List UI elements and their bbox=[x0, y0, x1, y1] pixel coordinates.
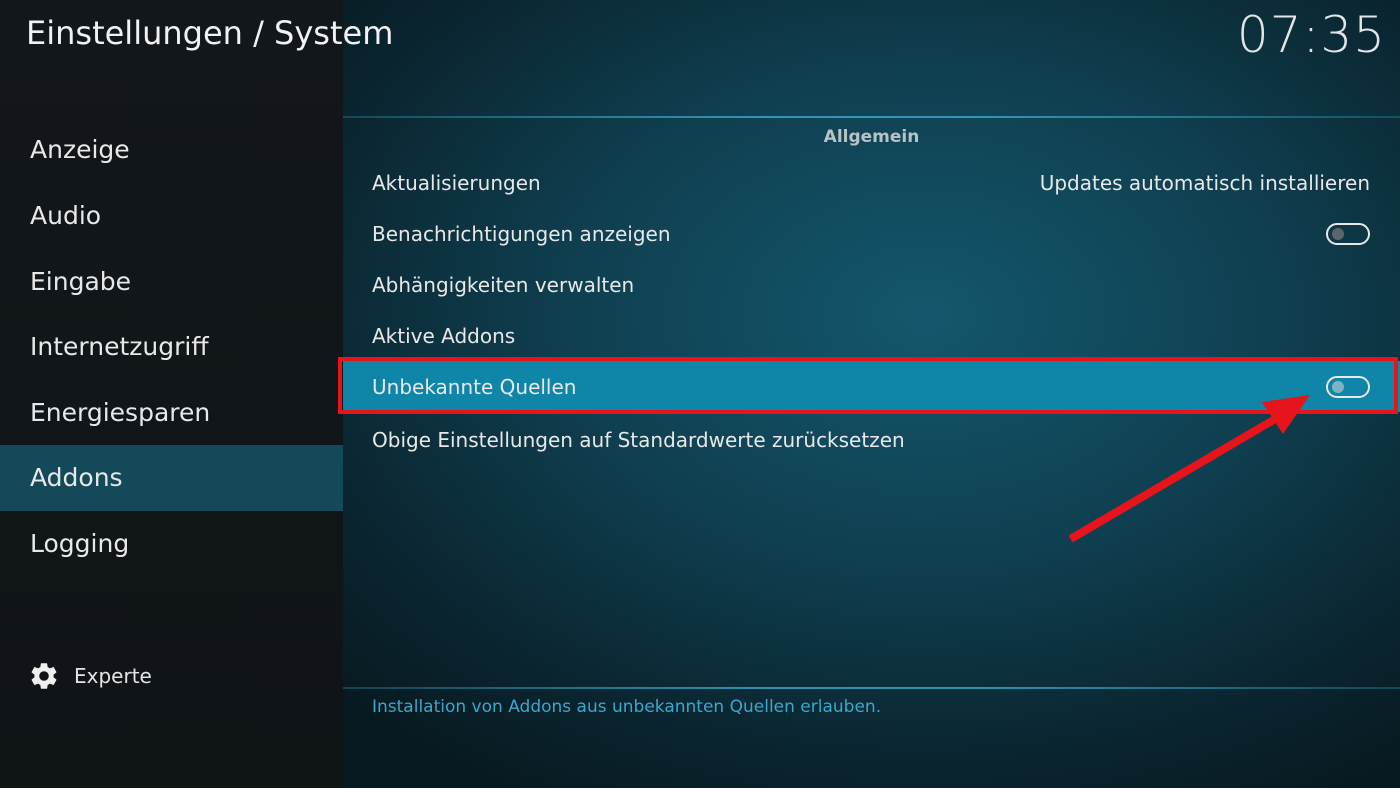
setting-unbekannte-quellen[interactable]: Unbekannte Quellen bbox=[343, 361, 1400, 412]
toggle-knob bbox=[1332, 227, 1344, 240]
setting-benachrichtigungen[interactable]: Benachrichtigungen anzeigen bbox=[343, 208, 1400, 259]
page-title: Einstellungen / System bbox=[26, 14, 394, 52]
setting-label: Aktualisierungen bbox=[372, 170, 541, 195]
sidebar-item-energiesparen[interactable]: Energiesparen bbox=[0, 380, 343, 446]
settings-level-button[interactable]: Experte bbox=[28, 658, 152, 694]
group-title: Allgemein bbox=[823, 127, 920, 147]
gear-icon bbox=[31, 663, 57, 689]
setting-aktualisierungen[interactable]: Aktualisierungen Updates automatisch ins… bbox=[343, 157, 1400, 208]
setting-abhaengigkeiten[interactable]: Abhängigkeiten verwalten bbox=[343, 259, 1400, 310]
sidebar-item-addons[interactable]: Addons bbox=[0, 445, 343, 511]
setting-label: Aktive Addons bbox=[372, 323, 516, 348]
sidebar-item-audio[interactable]: Audio bbox=[0, 183, 343, 249]
setting-label: Abhängigkeiten verwalten bbox=[372, 272, 635, 297]
toggle-knob bbox=[1332, 380, 1344, 393]
bottom-divider bbox=[343, 687, 1400, 689]
sidebar-item-internetzugriff[interactable]: Internetzugriff bbox=[0, 314, 343, 380]
setting-aktive-addons[interactable]: Aktive Addons bbox=[343, 310, 1400, 361]
sidebar-item-logging[interactable]: Logging bbox=[0, 511, 343, 577]
setting-reset-defaults[interactable]: Obige Einstellungen auf Standardwerte zu… bbox=[343, 414, 1400, 465]
settings-level-label: Experte bbox=[74, 664, 152, 688]
setting-value: Updates automatisch installieren bbox=[1039, 170, 1370, 195]
notifications-toggle[interactable] bbox=[1326, 222, 1370, 245]
setting-label: Unbekannte Quellen bbox=[372, 374, 577, 399]
sidebar-item-eingabe[interactable]: Eingabe bbox=[0, 249, 343, 315]
sidebar-item-anzeige[interactable]: Anzeige bbox=[0, 117, 343, 183]
setting-label: Benachrichtigungen anzeigen bbox=[372, 221, 671, 246]
setting-label: Obige Einstellungen auf Standardwerte zu… bbox=[372, 427, 905, 452]
clock: 07:35 bbox=[1236, 6, 1386, 64]
top-divider bbox=[343, 116, 1400, 118]
setting-description: Installation von Addons aus unbekannten … bbox=[372, 697, 882, 717]
unknown-sources-toggle[interactable] bbox=[1326, 375, 1370, 398]
